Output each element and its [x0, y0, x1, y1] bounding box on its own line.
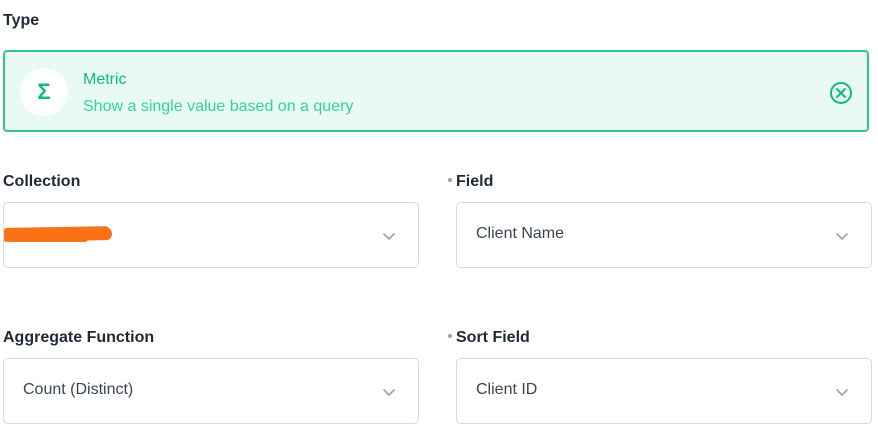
- collection-select[interactable]: [3, 202, 419, 268]
- aggregate-function-label: Aggregate Function: [3, 329, 155, 346]
- field-label: Field: [456, 173, 494, 190]
- chevron-down-icon: [383, 389, 395, 396]
- sort-field-value: Client ID: [476, 381, 538, 398]
- type-label: Type: [3, 12, 40, 29]
- sort-field-label-wrap: Sort Field: [448, 329, 530, 347]
- sort-field-select[interactable]: Client ID: [456, 358, 872, 424]
- type-description: Show a single value based on a query: [83, 98, 354, 115]
- sigma-icon: Σ: [20, 68, 68, 116]
- sort-field-label: Sort Field: [456, 329, 530, 346]
- aggregate-function-select[interactable]: Count (Distinct): [3, 358, 419, 424]
- redaction-mark-lower: [8, 236, 88, 242]
- required-dot-icon: [448, 333, 452, 338]
- aggregate-function-value: Count (Distinct): [23, 381, 134, 398]
- clear-type-icon[interactable]: [829, 81, 853, 105]
- type-metric-card[interactable]: Σ Metric Show a single value based on a …: [3, 50, 869, 132]
- field-label-wrap: Field: [448, 173, 493, 191]
- field-value: Client Name: [476, 225, 565, 242]
- chevron-down-icon: [836, 389, 848, 396]
- chevron-down-icon: [383, 233, 395, 240]
- field-select[interactable]: Client Name: [456, 202, 872, 268]
- collection-label: Collection: [3, 173, 81, 190]
- type-title: Metric: [83, 71, 127, 88]
- chevron-down-icon: [836, 233, 848, 240]
- required-dot-icon: [448, 177, 452, 182]
